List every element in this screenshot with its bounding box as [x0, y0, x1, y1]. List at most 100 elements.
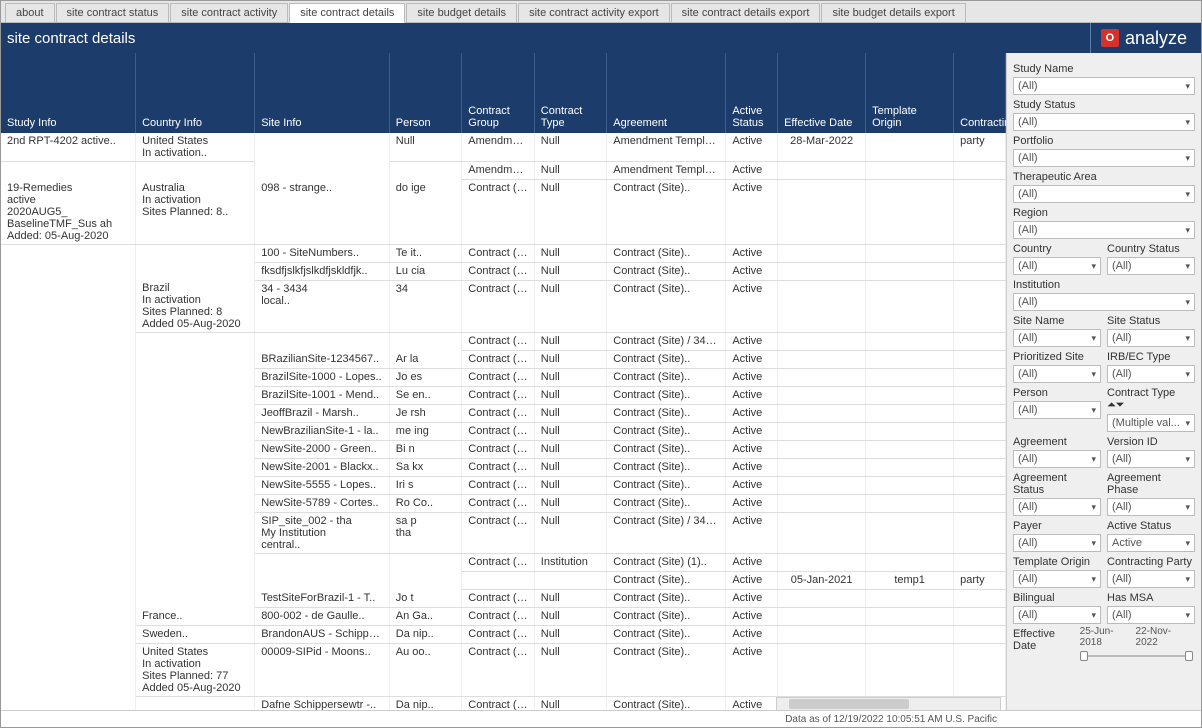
column-header[interactable]: Study Info — [1, 53, 136, 133]
column-header[interactable]: Site Info — [255, 53, 390, 133]
column-header[interactable]: Template Origin — [866, 53, 954, 133]
tab-site-contract-details-export[interactable]: site contract details export — [671, 3, 821, 22]
tab-site-contract-status[interactable]: site contract status — [56, 3, 170, 22]
table-row[interactable]: JeoffBrazil - Marsh..Je rshContract (Si.… — [1, 405, 1006, 423]
filter-select-portfolio[interactable]: (All)▾ — [1013, 149, 1195, 167]
filter-select-site-status[interactable]: (All)▾ — [1107, 329, 1195, 347]
filter-select-country[interactable]: (All)▾ — [1013, 257, 1101, 275]
filter-select-template-origin[interactable]: (All)▾ — [1013, 570, 1101, 588]
cell-site: NewBrazilianSite-1 - la.. — [255, 423, 390, 441]
cell-ct: Null — [534, 441, 606, 459]
cell-cg: Amendmen.. — [462, 133, 534, 162]
table-row[interactable]: 19-Remedies active 2020AUG5_ BaselineTMF… — [1, 180, 1006, 245]
table-row[interactable]: Amendmen..NullAmendment Templat..Active — [1, 162, 1006, 180]
cell-country — [136, 495, 255, 513]
filter-select-version-id[interactable]: (All)▾ — [1107, 450, 1195, 468]
table-row[interactable]: TestSiteForBrazil-1 - T..Jo tContract (S… — [1, 590, 1006, 608]
filter-select-agreement-status[interactable]: (All)▾ — [1013, 498, 1101, 516]
cell-site: SIP_site_002 - tha My Institution centra… — [255, 513, 390, 554]
filter-label: Study Status — [1013, 99, 1195, 111]
cell-cg: Contract (Si.. — [462, 459, 534, 477]
tab-site-budget-details[interactable]: site budget details — [406, 3, 517, 22]
cell-ct: Null — [534, 423, 606, 441]
table-row[interactable]: Contract (Site)..InstitutionContract (Si… — [1, 554, 1006, 572]
effective-date-slider[interactable]: 25-Jun-201822-Nov-2022 — [1078, 626, 1195, 662]
filter-select-agreement-phase[interactable]: (All)▾ — [1107, 498, 1195, 516]
table-row[interactable]: NewSite-2000 - Green..Bi nContract (Si..… — [1, 441, 1006, 459]
table-row[interactable]: Contract (Si..NullContract (Site) / 3434… — [1, 333, 1006, 351]
table-row[interactable]: SIP_site_002 - tha My Institution centra… — [1, 513, 1006, 554]
table-row[interactable]: BrazilSite-1000 - Lopes..Jo esContract (… — [1, 369, 1006, 387]
table-row[interactable]: NewBrazilianSite-1 - la..me ingContract … — [1, 423, 1006, 441]
filter-select-has-msa[interactable]: (All)▾ — [1107, 606, 1195, 624]
column-header[interactable]: Person — [389, 53, 461, 133]
table-row[interactable]: NewSite-5555 - Lopes..Iri sContract (Si.… — [1, 477, 1006, 495]
filter-select-therapeutic-area[interactable]: (All)▾ — [1013, 185, 1195, 203]
table-row[interactable]: NewSite-2001 - Blackx..Sa kxContract (Si… — [1, 459, 1006, 477]
cell-party — [954, 369, 1006, 387]
table-row[interactable]: BrazilSite-1001 - Mend..Se en..Contract … — [1, 387, 1006, 405]
table-row[interactable]: 100 - SiteNumbers..Te it..Contract (Si..… — [1, 244, 1006, 262]
contract-details-table[interactable]: Study InfoCountry InfoSite InfoPersonCon… — [1, 53, 1006, 711]
cell-eff — [778, 244, 866, 262]
cell-agr: Contract (Site).. — [607, 459, 726, 477]
tab-site-budget-details-export[interactable]: site budget details export — [821, 3, 965, 22]
filter-select-institution[interactable]: (All)▾ — [1013, 293, 1195, 311]
cell-study — [1, 590, 136, 608]
horizontal-scrollbar[interactable] — [776, 697, 1001, 711]
tab-site-contract-activity[interactable]: site contract activity — [170, 3, 288, 22]
tab-site-contract-activity-export[interactable]: site contract activity export — [518, 3, 670, 22]
chevron-down-icon: ▾ — [1185, 297, 1190, 308]
table-row[interactable]: fksdfjslkfjslkdfjskldfjk..Lu ciaContract… — [1, 262, 1006, 280]
column-header[interactable]: Contract Type — [534, 53, 606, 133]
cell-tmpl — [866, 423, 954, 441]
table-row[interactable]: Contract (Site)..Active05-Jan-2021temp1p… — [1, 572, 1006, 590]
tab-site-contract-details[interactable]: site contract details — [289, 3, 405, 23]
filter-select-prioritized-site[interactable]: (All)▾ — [1013, 365, 1101, 383]
cell-country — [136, 351, 255, 369]
cell-tmpl — [866, 477, 954, 495]
column-header[interactable]: Contract Group — [462, 53, 534, 133]
column-header[interactable]: Effective Date — [778, 53, 866, 133]
filter-select-agreement[interactable]: (All)▾ — [1013, 450, 1101, 468]
cell-active: Active — [726, 369, 778, 387]
cell-active: Active — [726, 180, 778, 245]
column-header[interactable]: Country Info — [136, 53, 255, 133]
table-row[interactable]: NewSite-5789 - Cortes..Ro Co..Contract (… — [1, 495, 1006, 513]
filter-select-payer[interactable]: (All)▾ — [1013, 534, 1101, 552]
column-header[interactable]: Active Status — [726, 53, 778, 133]
cell-tmpl — [866, 162, 954, 180]
cell-country — [136, 572, 255, 590]
column-header[interactable]: Agreement — [607, 53, 726, 133]
cell-cg: Contract (Si.. — [462, 513, 534, 554]
filter-select-site-name[interactable]: (All)▾ — [1013, 329, 1101, 347]
filter-select-active-status[interactable]: Active▾ — [1107, 534, 1195, 552]
filter-select-region[interactable]: (All)▾ — [1013, 221, 1195, 239]
filter-select-contract-type-[interactable]: (Multiple val...▾ — [1107, 414, 1195, 432]
filter-label: Version ID — [1107, 436, 1195, 448]
cell-ct: Null — [534, 180, 606, 245]
table-row[interactable]: Brazil In activation Sites Planned: 8 Ad… — [1, 280, 1006, 333]
slider-handle-min[interactable] — [1080, 651, 1088, 661]
cell-cg: Contract (Si.. — [462, 495, 534, 513]
filter-select-country-status[interactable]: (All)▾ — [1107, 257, 1195, 275]
filter-select-contracting-party[interactable]: (All)▾ — [1107, 570, 1195, 588]
filter-select-irb-ec-type[interactable]: (All)▾ — [1107, 365, 1195, 383]
cell-person: sa p tha — [389, 513, 461, 554]
filter-select-bilingual[interactable]: (All)▾ — [1013, 606, 1101, 624]
tab-about[interactable]: about — [5, 3, 55, 22]
table-row[interactable]: France..800-002 - de Gaulle..An Ga..Cont… — [1, 608, 1006, 626]
filter-select-study-status[interactable]: (All)▾ — [1013, 113, 1195, 131]
cell-country — [136, 554, 255, 572]
table-row[interactable]: Sweden..BrandonAUS - Schipper..Da nip..C… — [1, 626, 1006, 644]
filter-select-person[interactable]: (All)▾ — [1013, 401, 1101, 419]
cell-agr: Contract (Site).. — [607, 626, 726, 644]
table-row[interactable]: United States In activation Sites Planne… — [1, 644, 1006, 697]
analyze-button[interactable]: O analyze — [1090, 23, 1201, 53]
table-row[interactable]: BRazilianSite-1234567..Ar laContract (Si… — [1, 351, 1006, 369]
cell-agr: Contract (Site).. — [607, 387, 726, 405]
slider-handle-max[interactable] — [1185, 651, 1193, 661]
filter-select-study-name[interactable]: (All)▾ — [1013, 77, 1195, 95]
table-row[interactable]: 2nd RPT-4202 active..United States In ac… — [1, 133, 1006, 162]
column-header[interactable]: Contracting — [954, 53, 1006, 133]
